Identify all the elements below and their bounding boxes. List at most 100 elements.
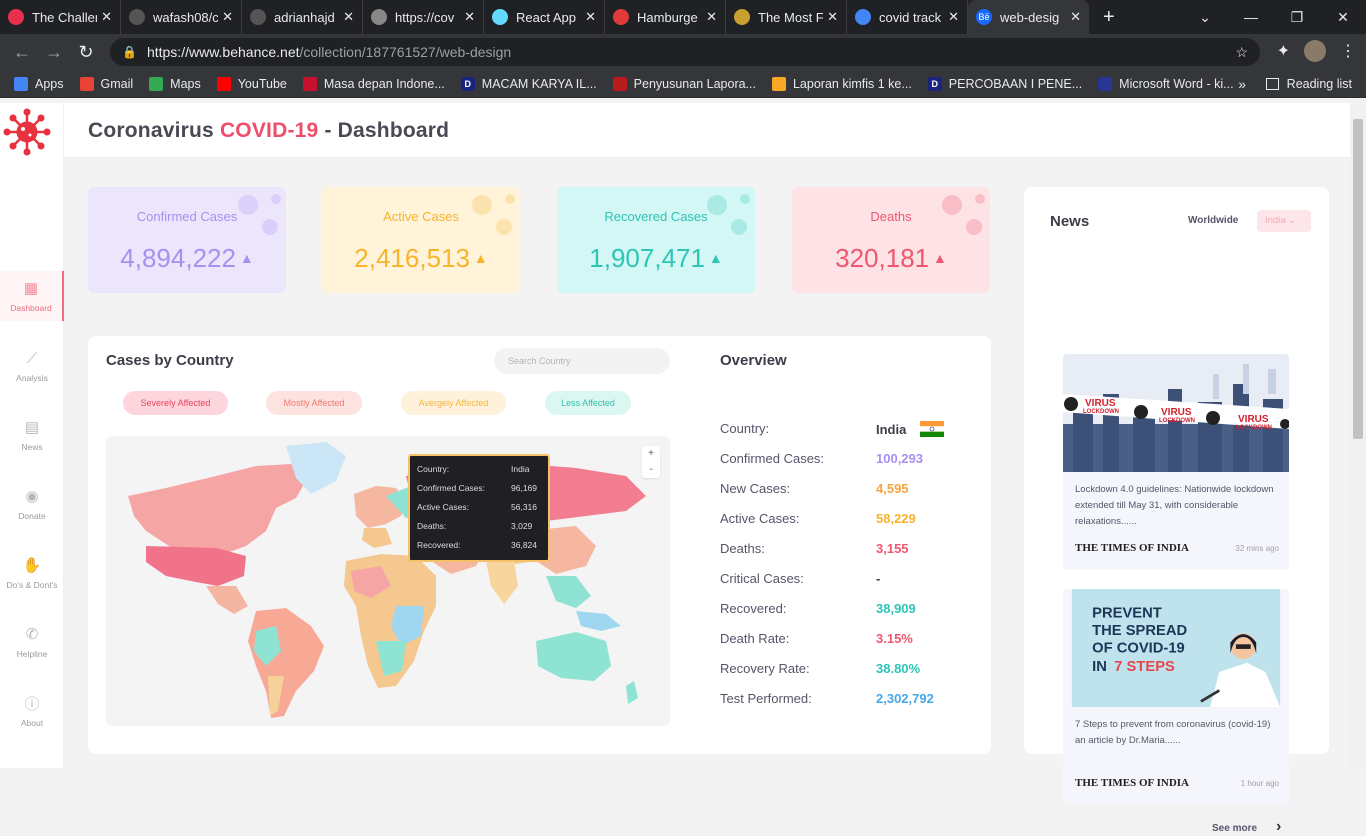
- news-item[interactable]: VIRUS LOCKDOWN VIRUS LOCKDOWN VIRUS LOCK…: [1063, 354, 1289, 570]
- overview-label: Country:: [720, 421, 770, 436]
- tab-title: wafash08/c: [153, 9, 219, 25]
- bookmark-star-icon[interactable]: ☆: [1235, 44, 1248, 61]
- sidebar-item-do-s-dont-s[interactable]: ✋ Do's & Dont's: [0, 548, 64, 598]
- lock-icon: 🔒: [122, 45, 137, 59]
- tab-close-icon[interactable]: ✕: [706, 9, 717, 25]
- filter-chip[interactable]: Severely Affected: [123, 391, 228, 415]
- see-more-link[interactable]: See more: [1212, 823, 1257, 834]
- back-icon[interactable]: ←: [6, 42, 38, 63]
- filter-chip[interactable]: Avergely Affected: [401, 391, 506, 415]
- dashboard-page: ▦ Dashboard ⟋ Analysis ▤ News ◉ Donate ✋ Do's & D…: [0, 103, 1350, 835]
- news-icon: ▤: [24, 419, 40, 436]
- world-map[interactable]: + - Country: India Confirmed Cases: 96,169 A…: [106, 436, 670, 726]
- tab-close-icon[interactable]: ✕: [343, 9, 354, 25]
- world-map-svg: [128, 442, 646, 718]
- poster-line-4: IN: [1092, 659, 1107, 675]
- title-part1: Coronavirus: [88, 119, 220, 142]
- bookmark-item[interactable]: Masa depan Indone...: [302, 76, 445, 91]
- forward-icon[interactable]: →: [38, 42, 70, 63]
- page-scrollbar[interactable]: [1350, 103, 1366, 768]
- overview-value: 38,909: [876, 601, 916, 616]
- zoom-out-button[interactable]: -: [642, 462, 660, 478]
- bookmark-item[interactable]: Penyusunan Lapora...: [612, 76, 756, 91]
- menu-icon[interactable]: ⋮: [1340, 41, 1356, 61]
- overview-label: Confirmed Cases:: [720, 451, 825, 466]
- scrollbar-thumb[interactable]: [1353, 119, 1363, 439]
- stat-label: Confirmed Cases: [136, 209, 238, 224]
- sidebar-item-about[interactable]: ⓘ About: [0, 686, 64, 736]
- bookmark-item[interactable]: YouTube: [216, 76, 287, 91]
- sidebar-item-analysis[interactable]: ⟋ Analysis: [0, 341, 64, 391]
- browser-tab[interactable]: Bē web-desig ✕: [968, 0, 1089, 34]
- tab-close-icon[interactable]: ✕: [948, 9, 959, 25]
- sidebar-item-label: About: [20, 718, 44, 728]
- tab-search-icon[interactable]: ⌄: [1182, 9, 1228, 26]
- browser-tab[interactable]: The Challen ✕: [0, 0, 121, 34]
- browser-tab[interactable]: https://cov ✕: [363, 0, 484, 34]
- worldwide-toggle[interactable]: Worldwide: [1188, 215, 1238, 226]
- overview-title: Overview: [720, 352, 787, 369]
- tooltip-label: Active Cases:: [417, 502, 469, 512]
- sidebar-item-helpline[interactable]: ✆ Helpline: [0, 617, 64, 667]
- close-window-icon[interactable]: ✕: [1320, 9, 1366, 26]
- bookmark-label: Gmail: [100, 76, 134, 91]
- title-highlight: COVID-19: [219, 119, 319, 142]
- bookmark-item[interactable]: Gmail: [79, 76, 134, 91]
- minimize-icon[interactable]: —: [1228, 9, 1274, 25]
- new-tab-button[interactable]: +: [1103, 6, 1115, 29]
- overview-value: India: [876, 421, 945, 437]
- restore-icon[interactable]: ❐: [1274, 9, 1320, 26]
- tab-close-icon[interactable]: ✕: [1070, 9, 1081, 25]
- region-select[interactable]: India ⌄: [1257, 210, 1311, 232]
- overview-label: Death Rate:: [720, 631, 790, 646]
- browser-tab[interactable]: wafash08/c ✕: [121, 0, 242, 34]
- overview-row: Critical Cases: -: [720, 571, 970, 591]
- bookmark-label: Masa depan Indone...: [323, 76, 445, 91]
- reload-icon[interactable]: ↻: [70, 42, 102, 63]
- sidebar-item-donate[interactable]: ◉ Donate: [0, 479, 64, 529]
- zoom-in-button[interactable]: +: [642, 446, 660, 462]
- chevron-down-icon: ⌄: [1288, 215, 1297, 226]
- banner-word-3: VIRUS: [1161, 407, 1192, 418]
- window-controls: ⌄ — ❐ ✕: [1182, 0, 1366, 34]
- tooltip-label: Deaths:: [417, 521, 447, 531]
- browser-tab[interactable]: adrianhajd ✕: [242, 0, 363, 34]
- banner-word-2: LOCKDOWN: [1083, 409, 1119, 415]
- browser-tab[interactable]: The Most F ✕: [726, 0, 847, 34]
- filter-chip[interactable]: Less Affected: [545, 391, 631, 415]
- search-country-input[interactable]: Search Country: [494, 348, 670, 374]
- browser-tab[interactable]: Hamburge ✕: [605, 0, 726, 34]
- stat-value: 4,894,222 ▲: [88, 243, 286, 274]
- tab-close-icon[interactable]: ✕: [222, 9, 233, 25]
- filter-chip[interactable]: Mostly Affected: [266, 391, 362, 415]
- sidebar-item-news[interactable]: ▤ News: [0, 410, 64, 460]
- tab-favicon-icon: [129, 9, 145, 25]
- tooltip-label: Recovered:: [417, 540, 461, 550]
- address-bar[interactable]: 🔒 https://www.behance.net/collection/187…: [110, 38, 1260, 66]
- bookmark-item[interactable]: Apps: [14, 76, 64, 91]
- tab-close-icon[interactable]: ✕: [585, 9, 596, 25]
- bookmark-item[interactable]: Maps: [149, 76, 201, 91]
- overview-value: 100,293: [876, 451, 923, 466]
- news-item[interactable]: PREVENT THE SPREAD OF COVID-19 IN 7 STEP…: [1063, 589, 1289, 805]
- browser-tab[interactable]: covid track ✕: [847, 0, 968, 34]
- sidebar-item-dashboard[interactable]: ▦ Dashboard: [0, 271, 64, 321]
- bookmark-item[interactable]: D PERCOBAAN I PENE...: [927, 76, 1082, 91]
- overview-value: 4,595: [876, 481, 909, 496]
- url-domain: https://www.behance.net: [146, 44, 300, 60]
- bookmark-item[interactable]: Laporan kimfis 1 ke...: [771, 76, 912, 91]
- browser-tab[interactable]: React App ✕: [484, 0, 605, 34]
- tab-close-icon[interactable]: ✕: [827, 9, 838, 25]
- bookmark-item[interactable]: Microsoft Word - ki...: [1098, 76, 1234, 91]
- tab-close-icon[interactable]: ✕: [464, 9, 475, 25]
- bookmarks-more-button[interactable]: »: [1238, 76, 1246, 92]
- bookmark-item[interactable]: D MACAM KARYA IL...: [460, 76, 597, 91]
- overview-value-text: 2,302,792: [876, 691, 934, 706]
- profile-avatar[interactable]: [1304, 40, 1326, 62]
- info-icon: ⓘ: [24, 695, 40, 713]
- chevron-right-icon[interactable]: ›: [1276, 818, 1281, 836]
- tab-close-icon[interactable]: ✕: [101, 9, 112, 25]
- extensions-icon[interactable]: ✦: [1277, 41, 1290, 61]
- page-title: Coronavirus COVID-19 - Dashboard: [88, 119, 449, 143]
- reading-list-button[interactable]: Reading list: [1265, 77, 1352, 91]
